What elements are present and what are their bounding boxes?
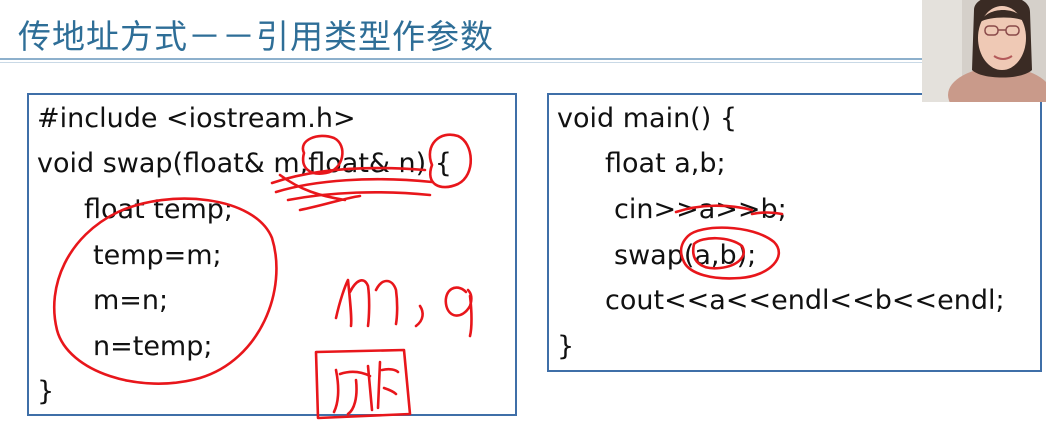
presenter-video: [922, 0, 1046, 102]
code-line-swap-call: swap(a,b);: [614, 240, 757, 271]
code-line-cin: cin>>a>>b;: [614, 194, 787, 225]
title-divider: [0, 58, 925, 60]
code-line-n-assign: n=temp;: [93, 331, 213, 362]
code-line-float-ab: float a,b;: [605, 148, 726, 179]
code-line-include: #include <iostream.h>: [37, 103, 356, 134]
title-divider-secondary: [0, 62, 925, 63]
code-line-swap-close-brace: }: [37, 376, 55, 407]
code-line-m-assign: m=n;: [93, 285, 169, 316]
code-line-main-signature: void main() {: [557, 103, 738, 134]
code-line-main-close-brace: }: [557, 331, 575, 362]
code-line-swap-signature: void swap(float& m,float& n) {: [37, 148, 452, 179]
code-line-temp-assign: temp=m;: [93, 240, 222, 271]
code-line-float-temp: float temp;: [84, 194, 233, 225]
webcam-overlay: [922, 0, 1046, 102]
slide-title: 传地址方式－－引用类型作参数: [18, 17, 494, 56]
code-line-cout: cout<<a<<endl<<b<<endl;: [605, 285, 1005, 316]
